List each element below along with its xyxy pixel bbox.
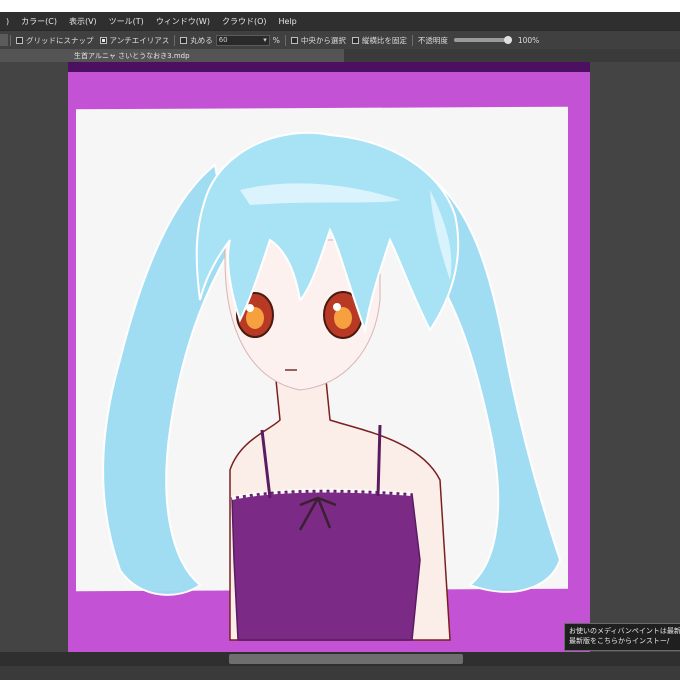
character-illustration [102, 131, 562, 641]
update-notification[interactable]: お使いのメディバンペイントは最新 最新版をこちらからインストー/ [564, 623, 680, 651]
update-notification-line1: お使いのメディバンペイントは最新 [569, 627, 680, 635]
update-notification-line2: 最新版をこちらからインストー/ [569, 637, 670, 645]
